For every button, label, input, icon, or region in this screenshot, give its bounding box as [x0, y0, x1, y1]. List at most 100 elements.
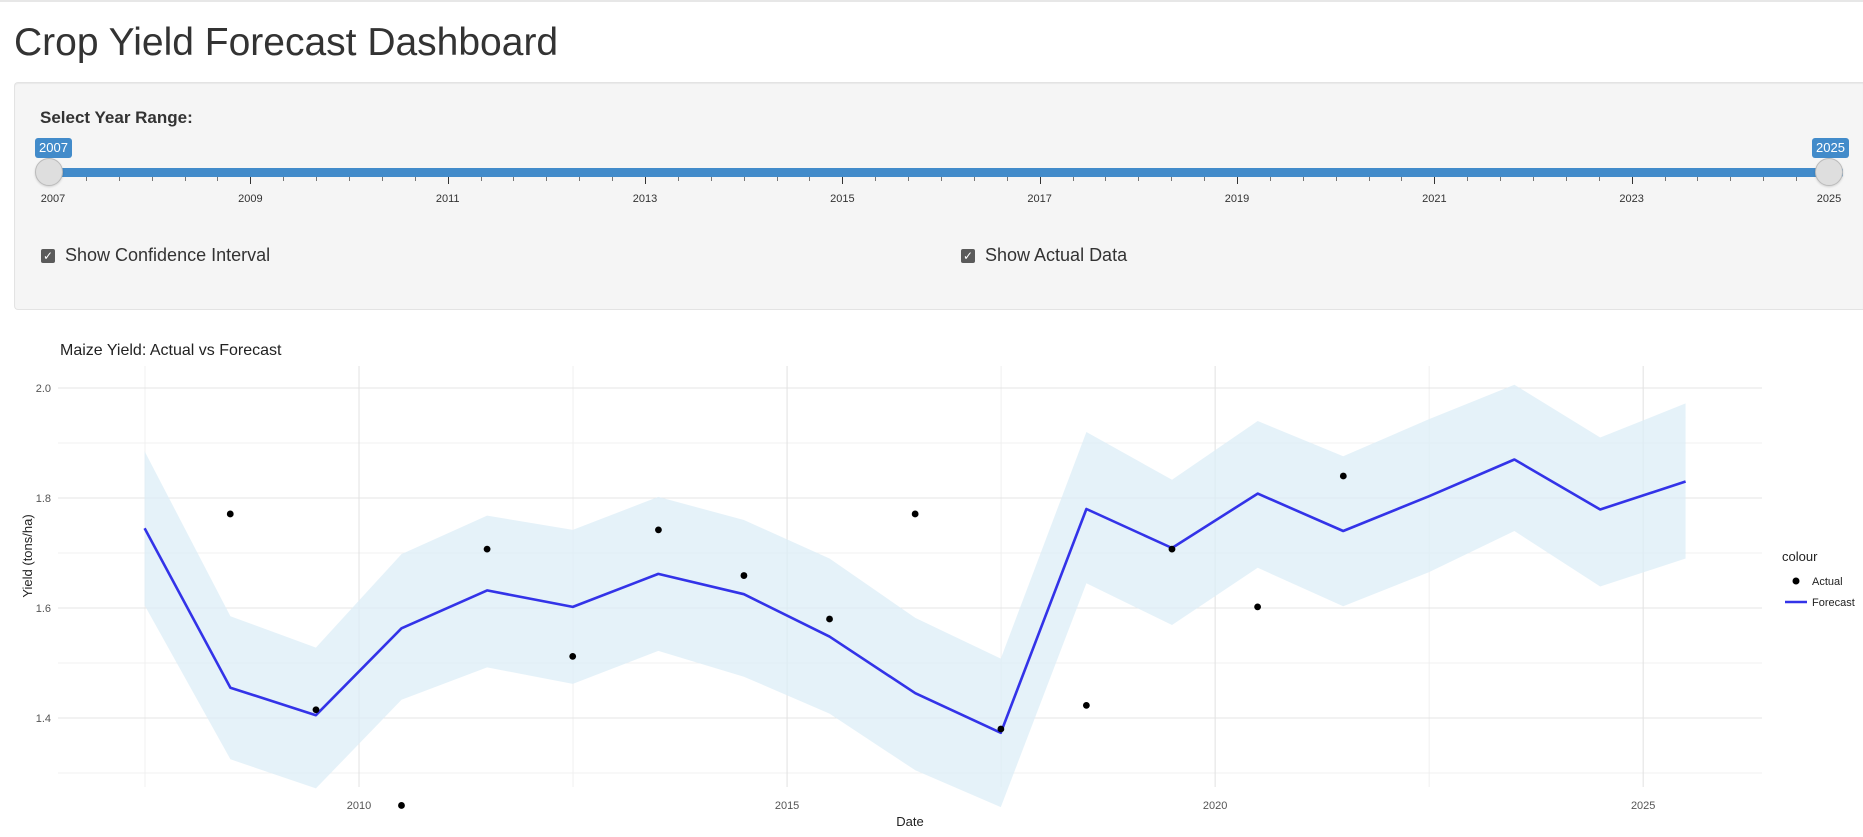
slider-minor-tick — [85, 177, 87, 181]
y-tick-label: 1.4 — [36, 713, 51, 725]
actual-point — [569, 653, 577, 660]
actual-point — [997, 725, 1005, 733]
slider-minor-tick — [1500, 177, 1502, 181]
slider-minor-tick — [217, 177, 219, 181]
show-actual-option[interactable]: ✓ Show Actual Data — [961, 245, 1127, 266]
slider-minor-tick — [776, 177, 778, 181]
slider-from-value: 2007 — [35, 138, 72, 158]
slider-minor-tick — [151, 177, 153, 181]
actual-point — [483, 545, 491, 553]
y-tick-label: 1.6 — [36, 603, 51, 615]
slider-minor-tick — [1664, 177, 1666, 181]
slider-tick-label: 2019 — [1224, 193, 1250, 205]
slider-tick-label: 2021 — [1422, 193, 1447, 205]
slider-minor-tick — [546, 177, 548, 181]
actual-point — [1082, 701, 1090, 709]
slider-minor-tick — [612, 177, 614, 181]
slider-minor-tick — [480, 177, 482, 181]
x-tick-label: 2010 — [347, 800, 371, 812]
slider-minor-tick — [677, 177, 679, 181]
x-tick-label: 2020 — [1203, 800, 1227, 812]
slider-major-tick — [842, 177, 844, 184]
slider-minor-tick — [1171, 177, 1173, 181]
x-tick-label: 2025 — [1631, 800, 1655, 812]
slider-tick-label: 2017 — [1027, 193, 1052, 205]
slider-minor-tick — [1105, 177, 1107, 181]
actual-point — [826, 615, 833, 623]
slider-minor-tick — [743, 177, 745, 181]
slider-minor-tick — [1796, 177, 1798, 181]
slider-tick-label: 2025 — [1816, 193, 1842, 205]
slider-major-tick — [250, 177, 252, 184]
slider-minor-tick — [579, 177, 581, 181]
slider-minor-tick — [1467, 177, 1469, 181]
slider-minor-tick — [1335, 177, 1337, 181]
slider-tick-label: 2023 — [1619, 193, 1644, 205]
slider-major-tick — [1434, 177, 1436, 184]
slider-major-tick — [645, 177, 646, 184]
yield-chart: Maize Yield: Actual vs Forecast 1.4 1.6 … — [0, 330, 1863, 835]
slider-minor-tick — [1302, 177, 1304, 181]
show-ci-option[interactable]: ✓ Show Confidence Interval — [41, 245, 270, 266]
actual-point — [911, 510, 919, 518]
slider-minor-tick — [349, 177, 350, 181]
actual-point — [312, 706, 320, 714]
slider-minor-tick — [1401, 177, 1403, 181]
legend-forecast-label: Forecast — [1812, 597, 1855, 609]
slider-major-tick — [1237, 177, 1238, 184]
year-range-slider-track[interactable] — [53, 168, 1843, 177]
slider-minor-tick — [1565, 177, 1567, 181]
slider-tick-label: 2007 — [40, 193, 66, 205]
slider-minor-tick — [1368, 177, 1370, 181]
actual-point — [398, 802, 405, 809]
actual-point — [226, 510, 234, 518]
show-actual-checkbox[interactable]: ✓ — [961, 248, 975, 263]
slider-tick-label: 2015 — [830, 193, 855, 205]
show-ci-checkbox[interactable]: ✓ — [41, 248, 55, 263]
y-tick-label: 1.8 — [36, 493, 51, 505]
legend-actual-label: Actual — [1812, 576, 1843, 588]
slider-minor-tick — [710, 177, 712, 181]
slider-minor-tick — [118, 177, 120, 181]
slider-minor-tick — [1138, 177, 1140, 181]
actual-point — [740, 572, 748, 579]
slider-minor-tick — [1269, 177, 1271, 181]
slider-tick-label: 2009 — [238, 193, 263, 205]
x-axis-label: Date — [896, 814, 923, 829]
actual-point — [655, 526, 662, 534]
x-tick-label: 2015 — [775, 800, 799, 812]
slider-minor-tick — [1598, 177, 1600, 181]
show-actual-label: Show Actual Data — [985, 245, 1128, 265]
slider-minor-tick — [513, 177, 515, 181]
y-tick-label: 2.0 — [36, 383, 51, 395]
slider-minor-tick — [809, 177, 811, 181]
slider-to-value: 2025 — [1812, 138, 1849, 158]
slider-minor-tick — [941, 177, 942, 181]
show-ci-label: Show Confidence Interval — [65, 245, 271, 265]
year-range-label: Select Year Range: — [40, 108, 193, 127]
slider-from-handle[interactable] — [35, 158, 63, 186]
slider-minor-tick — [1730, 177, 1732, 181]
slider-to-handle[interactable] — [1815, 158, 1843, 186]
slider-minor-tick — [973, 177, 975, 181]
top-border — [0, 0, 1863, 2]
slider-major-tick — [447, 177, 449, 184]
slider-minor-tick — [316, 177, 318, 181]
y-axis-label: Yield (tons/ha) — [20, 514, 35, 597]
actual-point — [1254, 603, 1261, 611]
slider-major-tick — [1631, 177, 1633, 184]
slider-minor-tick — [908, 177, 910, 181]
slider-minor-tick — [1697, 177, 1699, 181]
legend-title: colour — [1782, 549, 1818, 564]
slider-tick-label: 2013 — [632, 193, 658, 205]
slider-tick-label: 2011 — [435, 193, 460, 205]
slider-minor-tick — [184, 177, 186, 181]
slider-minor-tick — [381, 177, 383, 181]
slider-minor-tick — [1533, 177, 1534, 181]
slider-minor-tick — [1204, 177, 1206, 181]
slider-minor-tick — [283, 177, 285, 181]
slider-major-tick — [1039, 177, 1041, 184]
slider-minor-tick — [1006, 177, 1008, 181]
slider-minor-tick — [875, 177, 877, 181]
controls-panel: Select Year Range: 2007 2009 2011 2013 2015 2… — [14, 82, 1863, 310]
